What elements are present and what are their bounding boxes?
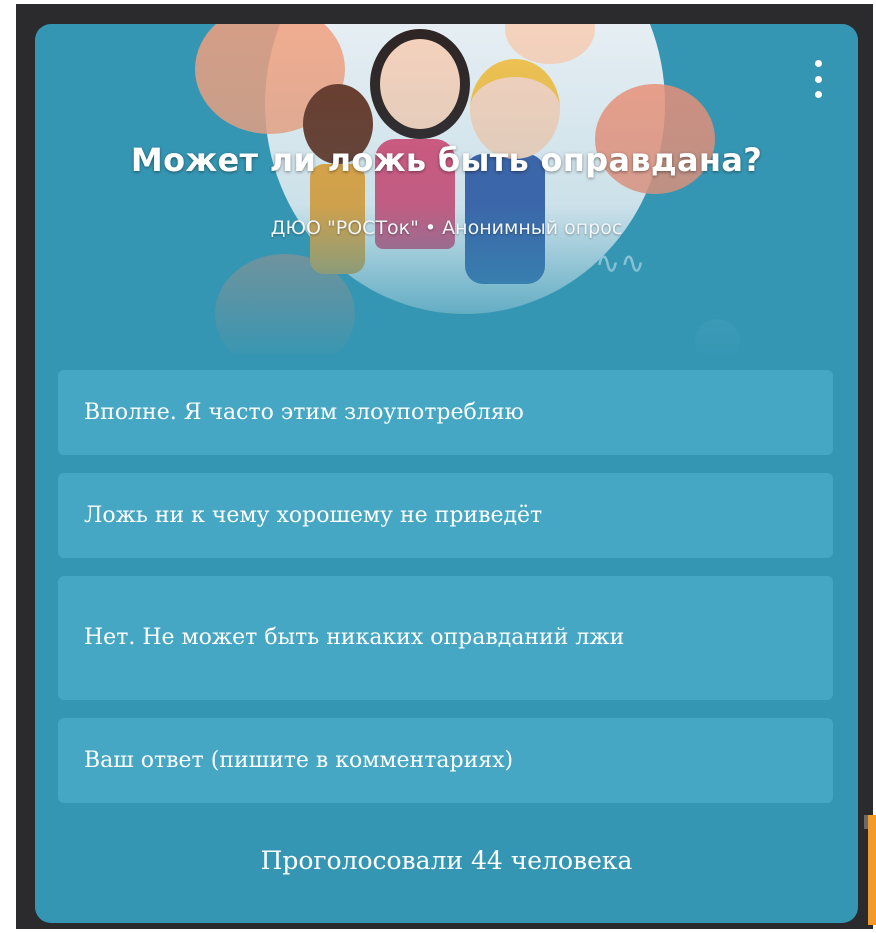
children-illustration: ∿∿: [35, 24, 858, 354]
poll-option-1[interactable]: Вполне. Я часто этим злоупотребляю: [58, 370, 833, 455]
poll-option-label: Нет. Не может быть никаких оправданий лж…: [84, 625, 625, 650]
poll-option-label: Вполне. Я часто этим злоупотребляю: [84, 399, 524, 425]
poll-card: ∿∿ Может ли ложь быть оправдана? ДЮО "РО…: [35, 24, 858, 923]
poll-options: Вполне. Я часто этим злоупотребляю Ложь …: [58, 370, 833, 821]
vote-count: Проголосовали 44 человека: [260, 846, 633, 875]
poll-option-label: Ложь ни к чему хорошему не приведёт: [84, 502, 543, 528]
poll-title: Может ли ложь быть оправдана?: [130, 141, 763, 179]
poll-option-4[interactable]: Ваш ответ (пишите в комментариях): [58, 718, 833, 803]
edge-strip: [868, 815, 876, 925]
poll-option-3[interactable]: Нет. Не может быть никаких оправданий лж…: [58, 576, 833, 700]
more-vertical-icon[interactable]: [808, 60, 828, 98]
poll-subtitle: ДЮО "РОСТок" • Анонимный опрос: [270, 217, 623, 239]
poll-option-2[interactable]: Ложь ни к чему хорошему не приведёт: [58, 473, 833, 558]
poll-option-label: Ваш ответ (пишите в комментариях): [84, 747, 514, 773]
